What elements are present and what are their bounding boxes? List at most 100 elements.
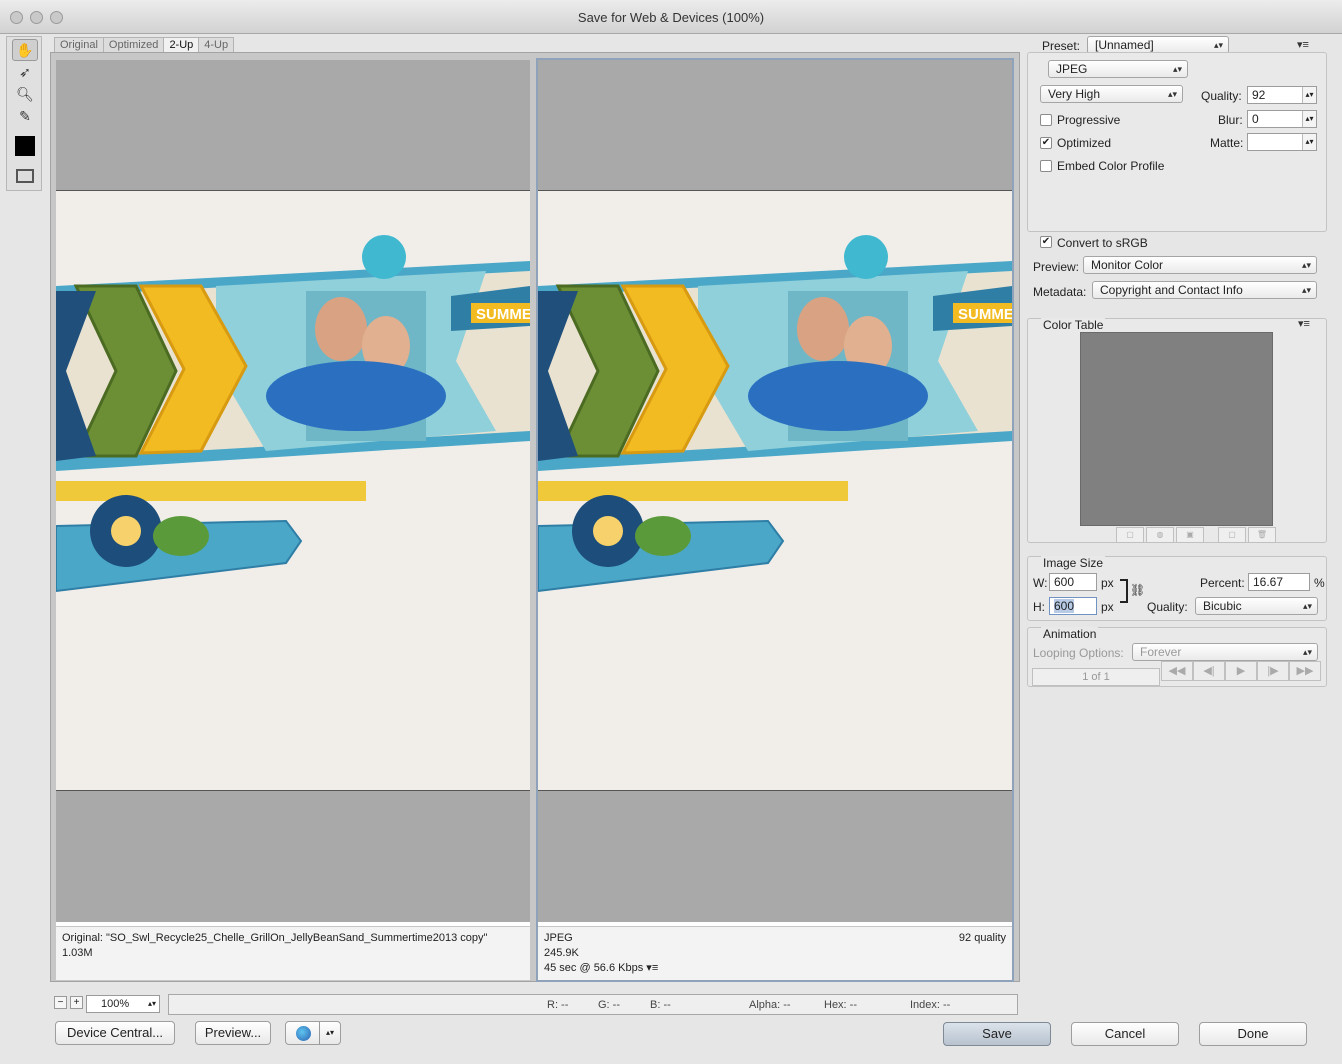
device-central-button[interactable]: Device Central... — [55, 1021, 175, 1045]
percent-field[interactable]: 16.67 — [1248, 573, 1310, 591]
color-table-menu-icon[interactable]: ▾≡ — [1298, 317, 1310, 330]
file-format-select[interactable]: JPEG ▴▾ — [1048, 60, 1188, 78]
embed-color-profile-checkbox[interactable] — [1040, 160, 1052, 172]
new-color-icon[interactable]: ▢ — [1218, 527, 1246, 543]
height-field[interactable]: 600 — [1049, 597, 1097, 615]
color-table-title: Color Table — [1041, 318, 1106, 332]
convert-srgb-label: Convert to sRGB — [1057, 236, 1148, 250]
readout-alpha: Alpha: -- — [749, 999, 791, 1011]
preview-button[interactable]: Preview... — [195, 1021, 271, 1045]
hand-tool-icon[interactable]: ✋ — [12, 39, 38, 61]
resample-quality-label: Quality: — [1147, 600, 1188, 614]
link-chain-icon[interactable]: ⛓ — [1130, 583, 1145, 597]
stepper-icon[interactable]: ▴▾ — [1302, 111, 1316, 127]
previous-frame-icon[interactable]: ◀| — [1193, 661, 1225, 681]
looping-select[interactable]: Forever ▴▾ — [1132, 643, 1318, 661]
browser-select[interactable]: ▴▾ — [285, 1021, 341, 1045]
toggle-slices-icon[interactable] — [12, 165, 38, 187]
height-unit: px — [1101, 600, 1114, 614]
first-frame-icon[interactable]: ◀◀ — [1161, 661, 1193, 681]
stepper-icon[interactable]: ▴▾ — [1302, 87, 1316, 103]
color-table-buttons: ▢ ◍ ▣ ▢ 🗑︎ — [1116, 527, 1276, 543]
quality-value: 92 — [1252, 88, 1266, 102]
quality-preset-select[interactable]: Very High ▴▾ — [1040, 85, 1183, 103]
optimized-checkbox[interactable]: ✔ — [1040, 137, 1052, 149]
original-size: 1.03M — [62, 947, 93, 959]
last-frame-icon[interactable]: ▶▶ — [1289, 661, 1321, 681]
original-pane[interactable]: SUMMER Original: "SO_Swl_Recycle25_Chell… — [56, 60, 530, 980]
height-value: 600 — [1054, 599, 1075, 613]
title-bar: Save for Web & Devices (100%) — [0, 0, 1342, 34]
image-size-panel: Image Size W: 600 px H: 600 px ⛓ Percent… — [1027, 556, 1327, 621]
percent-label: Percent: — [1200, 576, 1245, 590]
metadata-select[interactable]: Copyright and Contact Info ▴▾ — [1092, 281, 1317, 299]
chevron-updown-icon: ▴▾ — [147, 999, 156, 1008]
lock-color-icon[interactable]: ▣ — [1176, 527, 1204, 543]
preview-select[interactable]: Monitor Color ▴▾ — [1083, 256, 1317, 274]
width-value: 600 — [1054, 575, 1075, 589]
quality-field[interactable]: 92 ▴▾ — [1247, 86, 1317, 104]
tab-original[interactable]: Original — [54, 37, 104, 53]
color-table-panel: Color Table ▾≡ ▢ ◍ ▣ ▢ 🗑︎ — [1027, 318, 1327, 543]
blur-value: 0 — [1252, 112, 1259, 126]
frame-counter: 1 of 1 — [1032, 668, 1160, 686]
animation-title: Animation — [1041, 627, 1099, 641]
settings-menu-icon[interactable]: ▾≡ — [1297, 38, 1309, 51]
progressive-checkbox[interactable] — [1040, 114, 1052, 126]
play-icon[interactable]: ▶ — [1225, 661, 1257, 681]
chevron-updown-icon: ▴▾ — [1302, 134, 1316, 150]
optimized-image: SUMMER — [538, 190, 1012, 791]
metadata-value: Copyright and Contact Info — [1100, 283, 1243, 297]
slice-select-tool-icon[interactable]: ➶ — [12, 61, 38, 83]
preview-value: Monitor Color — [1091, 258, 1164, 272]
web-shift-icon[interactable]: ◍ — [1146, 527, 1174, 543]
percent-unit: % — [1314, 576, 1325, 590]
quality-label: Quality: — [1201, 89, 1242, 103]
convert-srgb-checkbox[interactable]: ✔ — [1040, 236, 1052, 248]
optimized-label: Optimized — [1057, 136, 1112, 150]
status-row: − + 100% ▴▾ R: -- G: -- B: -- Alpha: -- … — [48, 993, 1020, 1017]
zoom-out-button[interactable]: − — [54, 996, 67, 1009]
trash-icon[interactable]: 🗑︎ — [1248, 527, 1276, 543]
zoom-level-select[interactable]: 100% ▴▾ — [86, 995, 160, 1013]
chevron-updown-icon: ▴▾ — [1302, 601, 1312, 611]
image-size-title: Image Size — [1041, 556, 1106, 570]
original-filename: Original: "SO_Swl_Recycle25_Chelle_Grill… — [62, 932, 488, 944]
preview-label: Preview: — [1033, 260, 1080, 274]
tab-4-up[interactable]: 4-Up — [198, 37, 235, 53]
matte-select[interactable]: ▴▾ — [1247, 133, 1317, 151]
embed-color-profile-label: Embed Color Profile — [1057, 159, 1165, 173]
chevron-updown-icon: ▴▾ — [1172, 64, 1182, 74]
tool-strip: ✋ ➶ 🔍︎ ✎ — [6, 36, 42, 191]
quality-preset-value: Very High — [1048, 87, 1101, 101]
width-label: W: — [1033, 576, 1048, 590]
original-info: Original: "SO_Swl_Recycle25_Chelle_Grill… — [56, 926, 530, 980]
tab-2-up[interactable]: 2-Up — [163, 37, 200, 53]
file-format-value: JPEG — [1056, 62, 1088, 76]
zoom-tool-icon[interactable]: 🔍︎ — [12, 83, 38, 105]
resample-quality-value: Bicubic — [1203, 599, 1242, 613]
zoom-in-button[interactable]: + — [70, 996, 83, 1009]
height-label: H: — [1033, 600, 1045, 614]
eyedropper-tool-icon[interactable]: ✎ — [12, 105, 38, 127]
chevron-updown-icon: ▴▾ — [1213, 40, 1223, 50]
download-time-menu-icon[interactable]: ▾≡ — [646, 962, 658, 974]
optimized-download-time: 45 sec @ 56.6 Kbps — [544, 962, 644, 974]
chevron-updown-icon: ▴▾ — [1167, 89, 1177, 99]
optimized-canvas[interactable]: SUMMER — [538, 60, 1012, 922]
optimized-pane[interactable]: SUMMER JPEG 92 quality 245.9K 45 sec @ 5… — [536, 58, 1014, 982]
settings-panel: Preset: [Unnamed] ▴▾ ▾≡ JPEG ▴▾ Very High ▴… — [1023, 34, 1329, 1034]
resample-quality-select[interactable]: Bicubic ▴▾ — [1195, 597, 1318, 615]
width-field[interactable]: 600 — [1049, 573, 1097, 591]
map-transparent-icon[interactable]: ▢ — [1116, 527, 1144, 543]
tab-optimized[interactable]: Optimized — [102, 37, 165, 53]
original-canvas[interactable]: SUMMER — [56, 60, 530, 922]
readout-g: G: -- — [598, 999, 620, 1011]
blur-field[interactable]: 0 ▴▾ — [1247, 110, 1317, 128]
zoom-level-value: 100% — [101, 998, 130, 1010]
eyedropper-color-swatch[interactable] — [12, 135, 38, 157]
view-tabs: Original Optimized 2-Up 4-Up — [54, 37, 235, 53]
color-readout: R: -- G: -- B: -- Alpha: -- Hex: -- Inde… — [168, 994, 1018, 1015]
next-frame-icon[interactable]: |▶ — [1257, 661, 1289, 681]
window-title: Save for Web & Devices (100%) — [577, 10, 765, 25]
